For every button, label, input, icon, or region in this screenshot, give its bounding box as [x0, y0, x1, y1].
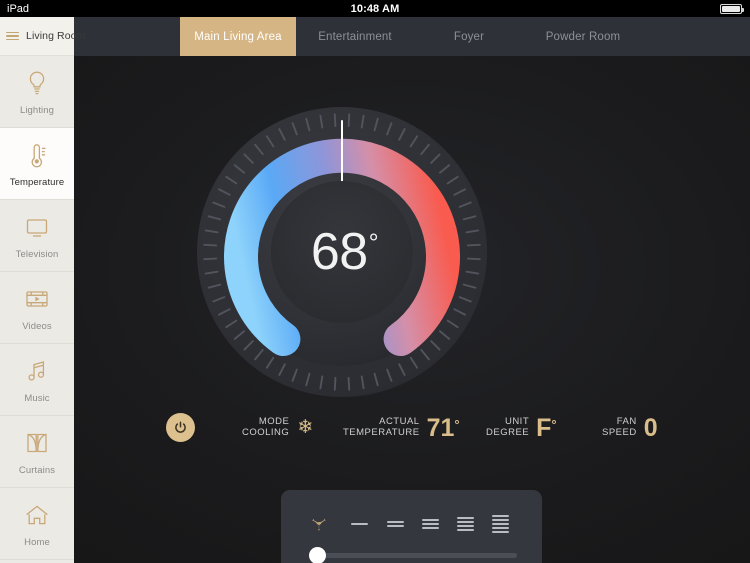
actual-temperature-unit: ° — [454, 416, 460, 432]
tab-powder-room[interactable]: Powder Room — [524, 17, 642, 56]
lightbulb-icon — [22, 68, 52, 98]
sidebar-header[interactable]: Living Room — [0, 17, 85, 56]
fan-level-5[interactable] — [483, 512, 518, 536]
thermometer-icon — [22, 140, 52, 170]
film-strip-icon — [22, 284, 52, 314]
slider-knob[interactable] — [309, 547, 326, 563]
unit-label-line1: UNIT — [504, 415, 530, 427]
unit-degree-control[interactable]: UNIT DEGREE F° — [486, 405, 557, 449]
music-note-icon — [22, 356, 52, 386]
mode-label-line1: MODE — [258, 415, 290, 427]
degree-symbol: ° — [368, 229, 379, 257]
tab-entertainment[interactable]: Entertainment — [296, 17, 414, 56]
target-temperature: 68° — [310, 223, 379, 281]
fan-speed-panel — [281, 490, 542, 563]
slider-track[interactable] — [317, 553, 517, 558]
sidebar-item-videos[interactable]: Videos — [0, 272, 74, 344]
fan-speed-slider[interactable] — [305, 546, 518, 563]
sidebar-item-music[interactable]: Music — [0, 344, 74, 416]
fan-level-indicators — [305, 512, 518, 536]
actual-temperature-control: ACTUAL TEMPERATURE 71° — [343, 405, 460, 449]
target-temperature-value: 68 — [310, 223, 368, 281]
sidebar-item-curtains[interactable]: Curtains — [0, 416, 74, 488]
dial-center-readout: 68° — [271, 181, 413, 323]
fan-blade-icon — [309, 512, 342, 536]
fan-level-3[interactable] — [413, 512, 448, 536]
app-root: iPad 10:48 AM Living Room Lighting Tempe… — [0, 0, 750, 563]
sidebar-item-television[interactable]: Television — [0, 200, 74, 272]
fan-level-2[interactable] — [378, 512, 413, 536]
control-row: MODE COOLING ❄ ACTUAL TEMPERATURE 71° UN… — [74, 405, 750, 449]
home-icon — [22, 500, 52, 530]
tab-foyer[interactable]: Foyer — [414, 17, 524, 56]
sidebar-item-label: Temperature — [9, 176, 65, 188]
tabbar-spacer — [74, 17, 180, 56]
unit-degree-symbol: ° — [551, 416, 557, 432]
actual-label-line1: ACTUAL — [379, 415, 420, 427]
fan-speed-value: 0 — [643, 413, 658, 442]
sidebar: Living Room Lighting Temperature Televis… — [0, 17, 85, 563]
sidebar-item-home[interactable]: Home — [0, 488, 74, 560]
sidebar-item-temperature[interactable]: Temperature — [0, 128, 74, 200]
actual-temperature-number: 71 — [426, 413, 455, 442]
actual-temperature-labels: ACTUAL TEMPERATURE — [343, 416, 420, 438]
fan-label-line1: FAN — [616, 415, 637, 427]
fan-speed-control[interactable]: FAN SPEED 0 — [602, 405, 658, 449]
unit-label-line2: DEGREE — [486, 427, 530, 438]
thermostat-dial[interactable]: 68° — [197, 107, 487, 397]
ios-status-bar: iPad 10:48 AM — [0, 0, 750, 17]
mode-control[interactable]: MODE COOLING ❄ — [242, 405, 313, 449]
sidebar-item-label: Music — [24, 392, 50, 404]
sidebar-item-label: Curtains — [18, 464, 56, 476]
curtains-icon — [22, 428, 52, 458]
unit-labels: UNIT DEGREE — [486, 416, 529, 438]
sidebar-item-label: Television — [15, 248, 59, 260]
mode-label-line2: COOLING — [242, 427, 290, 438]
actual-label-line2: TEMPERATURE — [343, 427, 420, 438]
hamburger-menu-icon[interactable] — [6, 31, 19, 41]
unit-degree-value: F° — [536, 413, 557, 442]
power-button[interactable] — [166, 413, 195, 442]
television-icon — [22, 212, 52, 242]
sidebar-item-lighting[interactable]: Lighting — [0, 56, 74, 128]
actual-temperature-value: 71° — [426, 413, 460, 442]
status-clock: 10:48 AM — [350, 2, 400, 15]
fan-level-1[interactable] — [342, 512, 377, 536]
sidebar-item-label: Home — [24, 536, 50, 548]
unit-degree-letter: F — [536, 413, 552, 442]
mode-labels: MODE COOLING — [242, 416, 289, 438]
sidebar-item-label: Lighting — [19, 104, 55, 116]
fan-label-line2: SPEED — [602, 427, 637, 438]
sidebar-item-label: Videos — [22, 320, 52, 332]
room-tab-bar: Main Living Area Entertainment Foyer Pow… — [74, 17, 750, 56]
main-stage: 68° MODE COOLING ❄ ACTUAL TEMPERATURE 71… — [74, 56, 750, 563]
sidebar-room-label: Living Room — [26, 30, 86, 42]
fan-level-4[interactable] — [448, 512, 483, 536]
battery-icon — [720, 3, 744, 14]
snowflake-icon: ❄ — [297, 416, 314, 438]
fan-speed-labels: FAN SPEED — [602, 416, 637, 438]
tab-main-living-area[interactable]: Main Living Area — [180, 17, 296, 56]
